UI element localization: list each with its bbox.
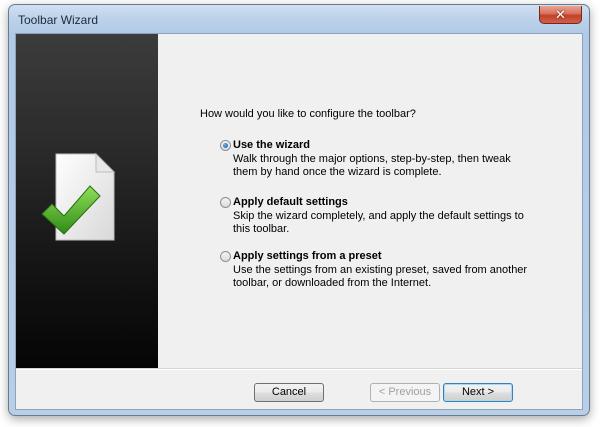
title-bar[interactable]: Toolbar Wizard ✕ (9, 5, 589, 33)
radio-apply-defaults[interactable] (220, 197, 231, 208)
wizard-question: How would you like to configure the tool… (200, 108, 416, 120)
option-description: Skip the wizard completely, and apply th… (233, 210, 524, 235)
next-button[interactable]: Next > (443, 383, 513, 402)
wizard-sidebar (16, 34, 158, 368)
document-checkmark-icon (41, 152, 116, 241)
option-description: Use the settings from an existing preset… (233, 264, 528, 289)
previous-button[interactable]: < Previous (370, 383, 440, 402)
option-title[interactable]: Apply settings from a preset (233, 250, 382, 262)
close-button[interactable]: ✕ (539, 6, 582, 24)
option-title[interactable]: Use the wizard (233, 139, 310, 151)
wizard-content: How would you like to configure the tool… (158, 34, 582, 368)
toolbar-wizard-window: Toolbar Wizard ✕ How would you like to c… (8, 4, 590, 416)
wizard-client-area: How would you like to configure the tool… (15, 33, 583, 410)
close-icon: ✕ (555, 6, 566, 22)
button-separator (16, 368, 582, 370)
radio-use-wizard[interactable] (220, 140, 231, 151)
option-description: Walk through the major options, step-by-… (233, 153, 511, 178)
option-title[interactable]: Apply default settings (233, 196, 348, 208)
cancel-button[interactable]: Cancel (254, 383, 324, 402)
radio-apply-preset[interactable] (220, 251, 231, 262)
window-title: Toolbar Wizard (18, 13, 99, 27)
